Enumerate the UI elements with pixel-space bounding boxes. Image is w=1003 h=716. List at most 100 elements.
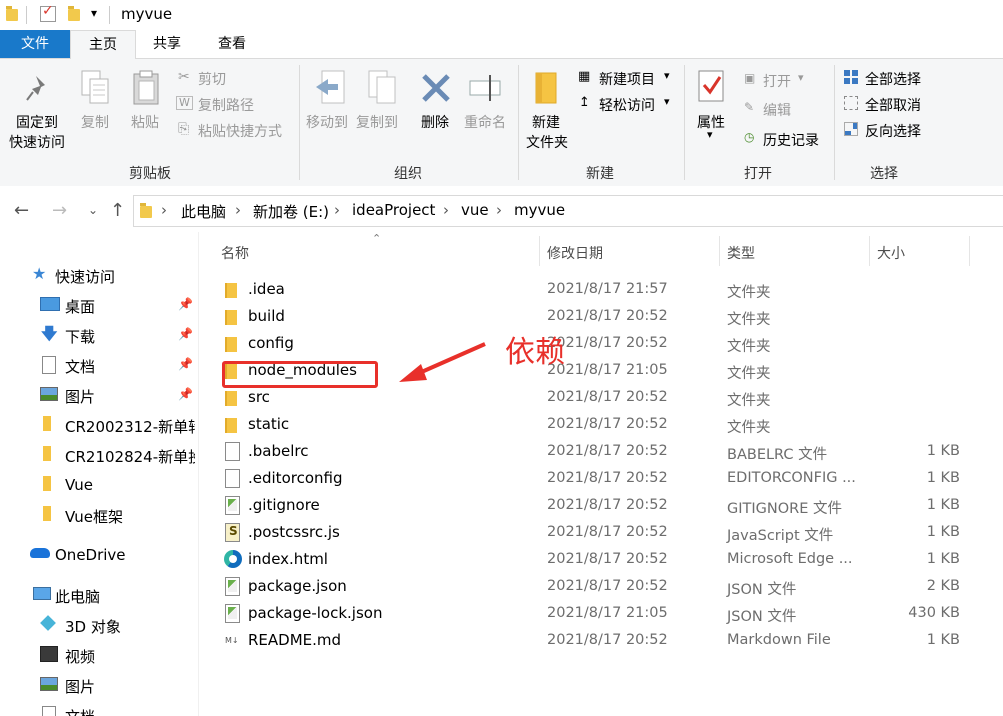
pin-quick-access-button[interactable]: 固定到 — [16, 112, 58, 132]
nav-quick-access[interactable]: ★ 快速访问 — [30, 261, 195, 291]
new-folder-button[interactable]: 新建 — [532, 112, 560, 132]
tab-share[interactable]: 共享 — [140, 30, 194, 58]
column-header-date[interactable]: 修改日期 — [547, 243, 603, 263]
divider — [26, 6, 27, 24]
nav-item-downloads[interactable]: 🡇 下载 📌 — [30, 321, 195, 351]
pin-icon[interactable]: 📌 — [178, 387, 193, 401]
breadcrumb-separator[interactable]: › — [443, 201, 449, 219]
table-row[interactable]: .babelrc 2021/8/17 20:52 BABELRC 文件 1 KB — [215, 439, 975, 466]
table-row[interactable]: .idea 2021/8/17 21:57 文件夹 — [215, 277, 975, 304]
breadcrumb-separator[interactable]: › — [496, 201, 502, 219]
customize-dropdown-icon[interactable]: ▾ — [91, 6, 97, 20]
breadcrumb-vue[interactable]: vue — [461, 201, 489, 219]
breadcrumb-separator[interactable]: › — [334, 201, 340, 219]
column-header-size[interactable]: 大小 — [877, 243, 905, 263]
column-divider[interactable] — [869, 236, 870, 266]
properties-quick-icon[interactable] — [40, 3, 56, 22]
table-row[interactable]: package.json 2021/8/17 20:52 JSON 文件 2 KB — [215, 574, 975, 601]
breadcrumb-this-pc[interactable]: 此电脑 — [181, 201, 226, 222]
delete-button[interactable]: 删除 — [421, 112, 449, 132]
column-header-name[interactable]: 名称 — [221, 243, 249, 263]
edit-button[interactable]: 编辑 — [763, 100, 791, 120]
nav-item-videos[interactable]: 视频 — [30, 641, 195, 671]
column-divider[interactable] — [719, 236, 720, 266]
forward-arrow-icon[interactable]: → — [52, 200, 67, 221]
nav-item-documents[interactable]: 文档 📌 — [30, 351, 195, 381]
new-folder-quick-icon[interactable] — [68, 6, 80, 21]
pin-icon[interactable]: 📌 — [178, 327, 193, 341]
nav-item-desktop[interactable]: 桌面 📌 — [30, 291, 195, 321]
move-to-button[interactable]: 移动到 — [306, 112, 348, 132]
file-date: 2021/8/17 20:52 — [547, 497, 668, 513]
pin-icon[interactable]: 📌 — [178, 357, 193, 371]
table-row[interactable]: build 2021/8/17 20:52 文件夹 — [215, 304, 975, 331]
breadcrumb-ideaproject[interactable]: ideaProject — [352, 201, 435, 219]
chevron-down-icon[interactable]: ▾ — [664, 69, 670, 82]
table-row[interactable]: src 2021/8/17 20:52 文件夹 — [215, 385, 975, 412]
nav-item-folder-cr2002312[interactable]: CR2002312-新单转 — [30, 411, 195, 441]
nav-item-pictures[interactable]: 图片 📌 — [30, 381, 195, 411]
tab-home[interactable]: 主页 — [70, 30, 136, 60]
paste-shortcut-button[interactable]: 粘贴快捷方式 — [198, 121, 282, 141]
group-divider — [299, 65, 300, 180]
open-button[interactable]: 打开 — [763, 71, 791, 91]
back-arrow-icon[interactable]: ← — [14, 200, 29, 221]
nav-label: CR2002312-新单转 — [65, 418, 195, 436]
table-row[interactable]: static 2021/8/17 20:52 文件夹 — [215, 412, 975, 439]
nav-item-pc-documents[interactable]: 文档 — [30, 701, 195, 716]
up-arrow-icon[interactable]: ↑ — [110, 200, 125, 221]
tab-view[interactable]: 查看 — [205, 30, 259, 58]
column-divider[interactable] — [539, 236, 540, 266]
easy-access-button[interactable]: 轻松访问 — [599, 95, 655, 115]
select-all-button[interactable]: 全部选择 — [865, 69, 921, 89]
folder-icon — [225, 418, 237, 433]
breadcrumb-separator[interactable]: › — [235, 201, 241, 219]
chevron-down-icon[interactable]: ▾ — [707, 128, 713, 141]
column-header-type[interactable]: 类型 — [727, 243, 755, 263]
nav-item-folder-vue[interactable]: Vue — [30, 471, 195, 501]
pin-icon[interactable]: 📌 — [178, 297, 193, 311]
breadcrumb-drive[interactable]: 新加卷 (E:) — [253, 201, 329, 222]
paste-button[interactable]: 粘贴 — [131, 112, 159, 132]
tab-file[interactable]: 文件 — [0, 30, 70, 58]
cut-button[interactable]: 剪切 — [198, 69, 226, 89]
nav-label: 3D 对象 — [65, 618, 121, 636]
file-name: .postcssrc.js — [248, 523, 340, 541]
nav-item-pc-pictures[interactable]: 图片 — [30, 671, 195, 701]
nav-item-3d-objects[interactable]: 3D 对象 — [30, 611, 195, 641]
breadcrumb-separator[interactable]: › — [161, 201, 167, 219]
file-name: src — [248, 388, 270, 406]
invert-selection-button[interactable]: 反向选择 — [865, 121, 921, 141]
file-type: 文件夹 — [727, 420, 771, 436]
copy-path-button[interactable]: 复制路径 — [198, 95, 254, 115]
rename-button[interactable]: 重命名 — [464, 112, 506, 132]
nav-this-pc[interactable]: 此电脑 — [30, 581, 195, 611]
select-none-button[interactable]: 全部取消 — [865, 95, 921, 115]
nav-onedrive[interactable]: OneDrive — [30, 541, 195, 571]
nav-item-folder-cr2102824[interactable]: CR2102824-新单投 — [30, 441, 195, 471]
copy-button[interactable]: 复制 — [81, 112, 109, 132]
recent-locations-chevron-icon[interactable]: ⌄ — [88, 203, 98, 217]
chevron-down-icon[interactable]: ▾ — [664, 95, 670, 108]
new-item-button[interactable]: 新建项目 — [599, 69, 655, 89]
table-row[interactable]: M↓ README.md 2021/8/17 20:52 Markdown File 1… — [215, 628, 975, 655]
nav-label: 此电脑 — [55, 588, 101, 606]
file-type: Markdown File — [727, 632, 831, 648]
file-type: 文件夹 — [727, 339, 771, 355]
table-row[interactable]: config 2021/8/17 20:52 文件夹 — [215, 331, 975, 358]
breadcrumb-myvue[interactable]: myvue — [514, 201, 565, 219]
document-icon — [42, 356, 56, 374]
file-size: 1 KB — [926, 632, 960, 648]
history-button[interactable]: 历史记录 — [763, 130, 819, 150]
pin-quick-access-label[interactable]: 快速访问 — [9, 132, 65, 152]
new-folder-label[interactable]: 文件夹 — [526, 132, 568, 152]
copy-to-button[interactable]: 复制到 — [356, 112, 398, 132]
nav-item-folder-vue-framework[interactable]: Vue框架 — [30, 501, 195, 531]
table-row[interactable]: .postcssrc.js 2021/8/17 20:52 JavaScript 文… — [215, 520, 975, 547]
table-row[interactable]: index.html 2021/8/17 20:52 Microsoft Edge … — [215, 547, 975, 574]
column-divider[interactable] — [969, 236, 970, 266]
chevron-down-icon[interactable]: ▾ — [798, 71, 804, 84]
table-row[interactable]: package-lock.json 2021/8/17 21:05 JSON 文件 4… — [215, 601, 975, 628]
table-row[interactable]: .gitignore 2021/8/17 20:52 GITIGNORE 文件 1 K… — [215, 493, 975, 520]
table-row[interactable]: .editorconfig 2021/8/17 20:52 EDITORCONFIG… — [215, 466, 975, 493]
